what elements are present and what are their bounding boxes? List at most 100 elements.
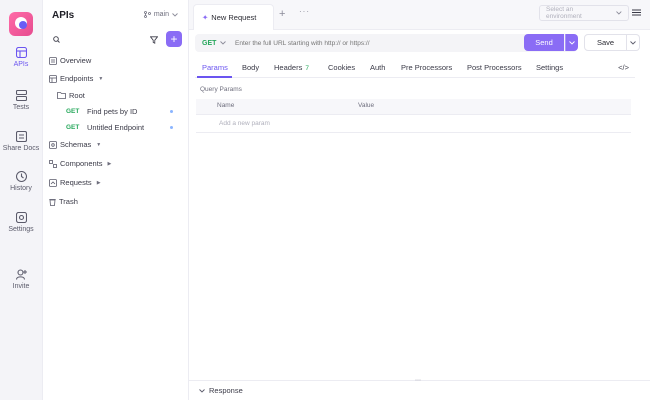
tree-item-requests[interactable]: Requests ▶	[49, 178, 101, 187]
branch-selector[interactable]: main	[143, 11, 178, 18]
sidebar: APIs main + Overview Endpoints ▼ Root GE…	[43, 0, 189, 400]
environment-select[interactable]: Select an environment	[539, 5, 629, 21]
plus-icon: +	[170, 32, 178, 46]
query-params-label: Query Params	[200, 86, 242, 93]
tree-item-components[interactable]: Components ▶	[49, 159, 111, 168]
tab-params[interactable]: Params	[202, 63, 228, 72]
chevron-down-icon	[220, 41, 227, 45]
headers-count-badge: 7	[305, 65, 309, 72]
resize-handle[interactable]: ⋯	[415, 377, 421, 384]
tab-headers[interactable]: Headers 7	[274, 63, 309, 72]
components-icon	[49, 159, 57, 168]
caret-right-icon: ▶	[107, 160, 112, 167]
method-label: GET	[202, 39, 217, 47]
folder-icon	[57, 92, 66, 99]
search-input[interactable]	[49, 32, 149, 48]
filter-icon	[150, 36, 158, 44]
menu-icon[interactable]	[632, 9, 641, 16]
tab-auth[interactable]: Auth	[370, 63, 385, 72]
rail-label-invite: Invite	[12, 283, 30, 290]
rail-item-history[interactable]: History	[0, 171, 42, 192]
caret-right-icon: ▶	[96, 179, 101, 186]
endpoint-label: Untitled Endpoint	[87, 123, 145, 132]
add-param-row[interactable]: Add a new param	[196, 116, 631, 133]
schemas-icon	[49, 140, 57, 149]
method-select[interactable]: GET	[195, 40, 235, 47]
send-button[interactable]: Send	[524, 34, 564, 51]
code-icon[interactable]: </>	[618, 63, 629, 72]
new-tab-button[interactable]: +	[279, 8, 285, 20]
rail-item-apis[interactable]: APIs	[0, 47, 42, 68]
response-panel-bar[interactable]: ⋯ Response	[189, 377, 650, 400]
response-label: Response	[209, 386, 243, 395]
tree-item-overview[interactable]: Overview	[49, 56, 91, 65]
endpoint-item[interactable]: GET Find pets by ID	[66, 107, 186, 116]
endpoint-label: Find pets by ID	[87, 107, 138, 116]
chevron-down-icon	[630, 40, 636, 45]
app-logo	[9, 12, 33, 36]
tree-label-root: Root	[69, 91, 85, 100]
tab-body[interactable]: Body	[242, 63, 259, 72]
rail-item-tests[interactable]: Tests	[0, 90, 42, 111]
save-options-button[interactable]	[627, 34, 640, 51]
tree-label-requests: Requests	[60, 178, 92, 187]
rail-item-share-docs[interactable]: Share Docs	[0, 131, 42, 152]
chevron-down-icon	[616, 11, 622, 15]
url-bar: GET	[195, 34, 577, 52]
caret-down-icon: ▼	[96, 141, 102, 148]
add-param-placeholder: Add a new param	[219, 120, 270, 127]
tab-settings[interactable]: Settings	[536, 63, 563, 72]
tree-item-trash[interactable]: Trash	[49, 197, 78, 206]
tab-new-request[interactable]: ✦ New Request	[193, 4, 274, 30]
endpoint-item[interactable]: GET Untitled Endpoint	[66, 123, 186, 132]
tab-label: New Request	[211, 13, 257, 22]
settings-icon	[15, 212, 27, 223]
caret-down-icon: ▼	[98, 75, 104, 82]
save-button[interactable]: Save	[584, 34, 627, 51]
add-button[interactable]: +	[166, 31, 182, 47]
filter-button[interactable]	[147, 33, 161, 47]
tab-post-processors[interactable]: Post Processors	[467, 63, 522, 72]
tree-label-endpoints: Endpoints	[60, 74, 94, 83]
tab-cookies[interactable]: Cookies	[328, 63, 355, 72]
tree-item-endpoints[interactable]: Endpoints ▼	[49, 74, 103, 83]
chevron-down-icon	[172, 12, 178, 17]
tab-pre-processors[interactable]: Pre Processors	[401, 63, 452, 72]
sidebar-search[interactable]	[49, 32, 149, 48]
branch-icon	[143, 11, 151, 18]
rail-label-settings: Settings	[8, 226, 34, 233]
active-tab-indicator	[197, 76, 232, 78]
tree-label-trash: Trash	[59, 197, 78, 206]
rail-label-apis: APIs	[13, 61, 29, 68]
send-options-button[interactable]	[565, 34, 578, 51]
history-icon	[15, 171, 27, 182]
more-tabs-button[interactable]: ···	[299, 7, 310, 16]
rail-label-history: History	[10, 185, 32, 192]
request-tabs: Params Body Headers 7 Cookies Auth Pre Pr…	[195, 58, 635, 78]
chevron-down-icon	[569, 40, 575, 45]
rail-item-invite[interactable]: Invite	[0, 269, 42, 290]
tree-label-schemas: Schemas	[60, 140, 92, 149]
tree-item-root-folder[interactable]: Root	[57, 91, 85, 100]
params-table-header: Name Value	[196, 99, 631, 115]
status-dot	[170, 110, 173, 113]
trash-icon	[49, 198, 56, 206]
branch-label: main	[153, 11, 169, 18]
tab-headers-label: Headers	[274, 63, 303, 72]
response-toggle[interactable]: Response	[199, 386, 243, 395]
status-dot	[170, 126, 173, 129]
overview-icon	[49, 56, 57, 65]
environment-placeholder: Select an environment	[546, 6, 582, 20]
share-docs-icon	[15, 131, 27, 142]
endpoints-icon	[49, 74, 57, 83]
tree-label-components: Components	[60, 159, 103, 168]
search-icon	[53, 36, 60, 43]
tree-item-schemas[interactable]: Schemas ▼	[49, 140, 101, 149]
chevron-down-icon	[199, 388, 205, 393]
tree-label-overview: Overview	[60, 56, 92, 65]
sidebar-title: APIs	[52, 10, 75, 21]
method-badge: GET	[66, 108, 80, 115]
tests-icon	[15, 90, 27, 101]
method-badge: GET	[66, 124, 80, 131]
rail-item-settings[interactable]: Settings	[0, 212, 42, 233]
